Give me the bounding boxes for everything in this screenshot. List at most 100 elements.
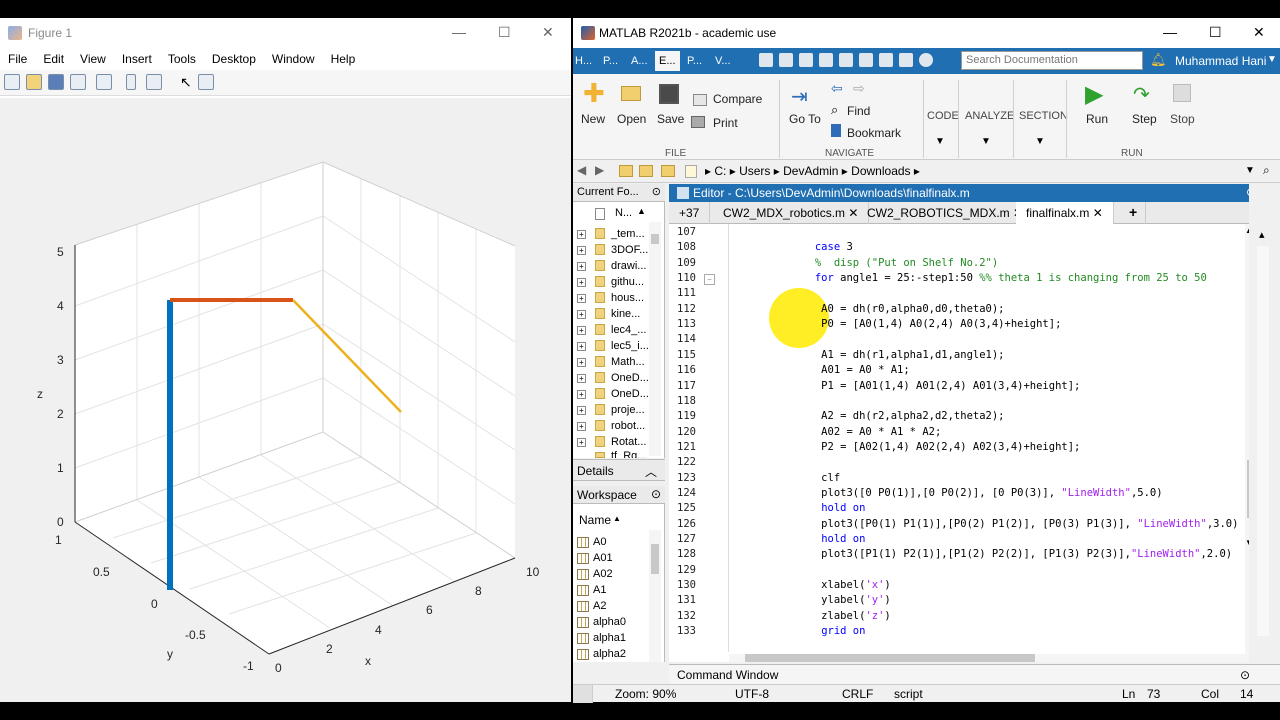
- list-item[interactable]: kine...: [611, 308, 640, 320]
- tab-apps[interactable]: A...: [631, 55, 648, 67]
- menu-desktop[interactable]: Desktop: [204, 52, 264, 66]
- code-line[interactable]: A0 = dh(r0,alpha0,d0,theta0);: [739, 303, 1004, 315]
- menu-insert[interactable]: Insert: [114, 52, 160, 66]
- maximize-icon[interactable]: ☐: [498, 24, 511, 41]
- search-documentation-input[interactable]: Search Documentation: [961, 51, 1143, 70]
- legend-icon[interactable]: [146, 74, 162, 90]
- list-item[interactable]: hous...: [611, 292, 644, 304]
- expand-icon[interactable]: +: [577, 342, 586, 351]
- colorbar-icon[interactable]: [126, 74, 136, 90]
- tab-file-active[interactable]: finalfinalx.m ✕: [1016, 202, 1114, 224]
- chevron-down-icon[interactable]: ▼: [1035, 136, 1045, 147]
- chevron-down-icon[interactable]: ▼: [1245, 165, 1255, 176]
- panel-menu-icon[interactable]: ⊙: [652, 185, 661, 198]
- step-icon[interactable]: ↷: [1133, 82, 1150, 107]
- pointer-icon[interactable]: ↖: [180, 74, 192, 91]
- variable-item[interactable]: alpha1: [593, 632, 626, 644]
- list-item[interactable]: lec5_i...: [611, 340, 649, 352]
- scrollbar[interactable]: [1257, 246, 1269, 636]
- command-window-header[interactable]: Command Window ⊙: [669, 664, 1280, 684]
- goto-arrow-icon[interactable]: ⇥: [791, 84, 808, 109]
- column-name-header[interactable]: Name: [579, 513, 611, 527]
- expand-icon[interactable]: +: [577, 230, 586, 239]
- maximize-icon[interactable]: ☐: [1209, 24, 1222, 41]
- new-tab-button[interactable]: +: [1121, 202, 1147, 224]
- code-line[interactable]: plot3([0 P0(1)],[0 P0(2)], [0 P0(3)], "L…: [739, 487, 1162, 499]
- save-disk-icon[interactable]: [659, 84, 679, 104]
- save-button[interactable]: Save: [657, 112, 684, 126]
- minimize-icon[interactable]: —: [452, 24, 466, 40]
- list-item[interactable]: _tem...: [611, 228, 645, 240]
- stop-icon[interactable]: [1173, 84, 1191, 102]
- back-arrow-icon[interactable]: ◀: [577, 163, 586, 177]
- forward-arrow-icon[interactable]: ⇨: [853, 80, 865, 97]
- close-icon[interactable]: ✕: [1253, 24, 1265, 41]
- code-line[interactable]: zlabel('z'): [739, 610, 891, 622]
- scrollbar[interactable]: [649, 222, 661, 456]
- code-line[interactable]: grid on: [739, 625, 865, 637]
- code-line[interactable]: P2 = [A02(1,4) A02(2,4) A02(3,4)+height]…: [739, 441, 1080, 453]
- list-item[interactable]: tf_Rg...: [611, 450, 646, 458]
- analyze-section[interactable]: ANALYZE: [965, 110, 1014, 122]
- print-button[interactable]: Print: [713, 116, 738, 130]
- details-panel-header[interactable]: Details ︿: [573, 459, 665, 481]
- code-line[interactable]: A02 = A0 * A1 * A2;: [739, 426, 941, 438]
- chevron-down-icon[interactable]: ▼: [935, 136, 945, 147]
- print-icon[interactable]: [70, 74, 86, 90]
- minimize-icon[interactable]: —: [1163, 24, 1177, 40]
- save-icon[interactable]: [48, 74, 64, 90]
- bookmark-button[interactable]: Bookmark: [847, 126, 901, 140]
- compare-button[interactable]: Compare: [713, 92, 762, 106]
- undo-icon[interactable]: [839, 53, 853, 67]
- find-button[interactable]: Find: [847, 104, 870, 118]
- expand-icon[interactable]: +: [577, 326, 586, 335]
- code-line[interactable]: xlabel('x'): [739, 579, 891, 591]
- expand-icon[interactable]: +: [577, 422, 586, 431]
- code-line[interactable]: P0 = [A0(1,4) A0(2,4) A0(3,4)+height];: [739, 318, 1061, 330]
- expand-icon[interactable]: +: [577, 310, 586, 319]
- run-icon[interactable]: ▶: [1085, 80, 1103, 109]
- close-icon[interactable]: ✕: [1093, 206, 1103, 220]
- chevron-up-icon[interactable]: ︿: [645, 463, 657, 480]
- variable-item[interactable]: A1: [593, 584, 606, 596]
- list-item[interactable]: proje...: [611, 404, 645, 416]
- paste-icon[interactable]: [819, 53, 833, 67]
- print-icon[interactable]: [691, 116, 705, 128]
- tab-home[interactable]: H...: [575, 55, 592, 67]
- menu-file[interactable]: File: [0, 52, 35, 66]
- scroll-up-icon[interactable]: ▴: [1259, 228, 1265, 241]
- run-button[interactable]: Run: [1086, 112, 1108, 126]
- code-line[interactable]: % disp ("Put on Shelf No.2"): [739, 257, 998, 269]
- menu-view[interactable]: View: [72, 52, 114, 66]
- redo-icon[interactable]: [859, 53, 873, 67]
- variable-item[interactable]: A0: [593, 536, 606, 548]
- menu-window[interactable]: Window: [264, 52, 323, 66]
- goto-button[interactable]: Go To: [789, 112, 821, 126]
- tab-file[interactable]: CW2_ROBOTICS_MDX.m ✕: [857, 202, 1035, 224]
- section-section[interactable]: SECTION: [1019, 110, 1068, 122]
- code-line[interactable]: case 3: [739, 241, 853, 253]
- panel-menu-icon[interactable]: ⊙: [651, 487, 661, 501]
- expand-icon[interactable]: +: [577, 438, 586, 447]
- stop-button[interactable]: Stop: [1170, 112, 1195, 126]
- code-line[interactable]: clf: [739, 472, 840, 484]
- folder-icon[interactable]: [661, 165, 675, 177]
- variable-item[interactable]: alpha0: [593, 616, 626, 628]
- expand-icon[interactable]: +: [577, 246, 586, 255]
- hidden-tabs-count[interactable]: +37: [669, 202, 711, 224]
- chevron-down-icon[interactable]: ▼: [981, 136, 991, 147]
- expand-icon[interactable]: +: [577, 406, 586, 415]
- list-item[interactable]: OneD...: [611, 372, 649, 384]
- new-button[interactable]: New: [581, 112, 605, 126]
- step-button[interactable]: Step: [1132, 112, 1157, 126]
- tab-editor[interactable]: E...: [655, 51, 680, 71]
- column-name-header[interactable]: N...: [615, 207, 632, 219]
- menu-edit[interactable]: Edit: [35, 52, 72, 66]
- expand-icon[interactable]: +: [577, 294, 586, 303]
- switch-windows-icon[interactable]: [879, 53, 893, 67]
- close-icon[interactable]: ✕: [542, 24, 554, 41]
- code-section[interactable]: CODE: [927, 110, 959, 122]
- tab-view[interactable]: V...: [715, 55, 731, 67]
- list-item[interactable]: drawi...: [611, 260, 646, 272]
- scroll-thumb[interactable]: [745, 654, 1035, 662]
